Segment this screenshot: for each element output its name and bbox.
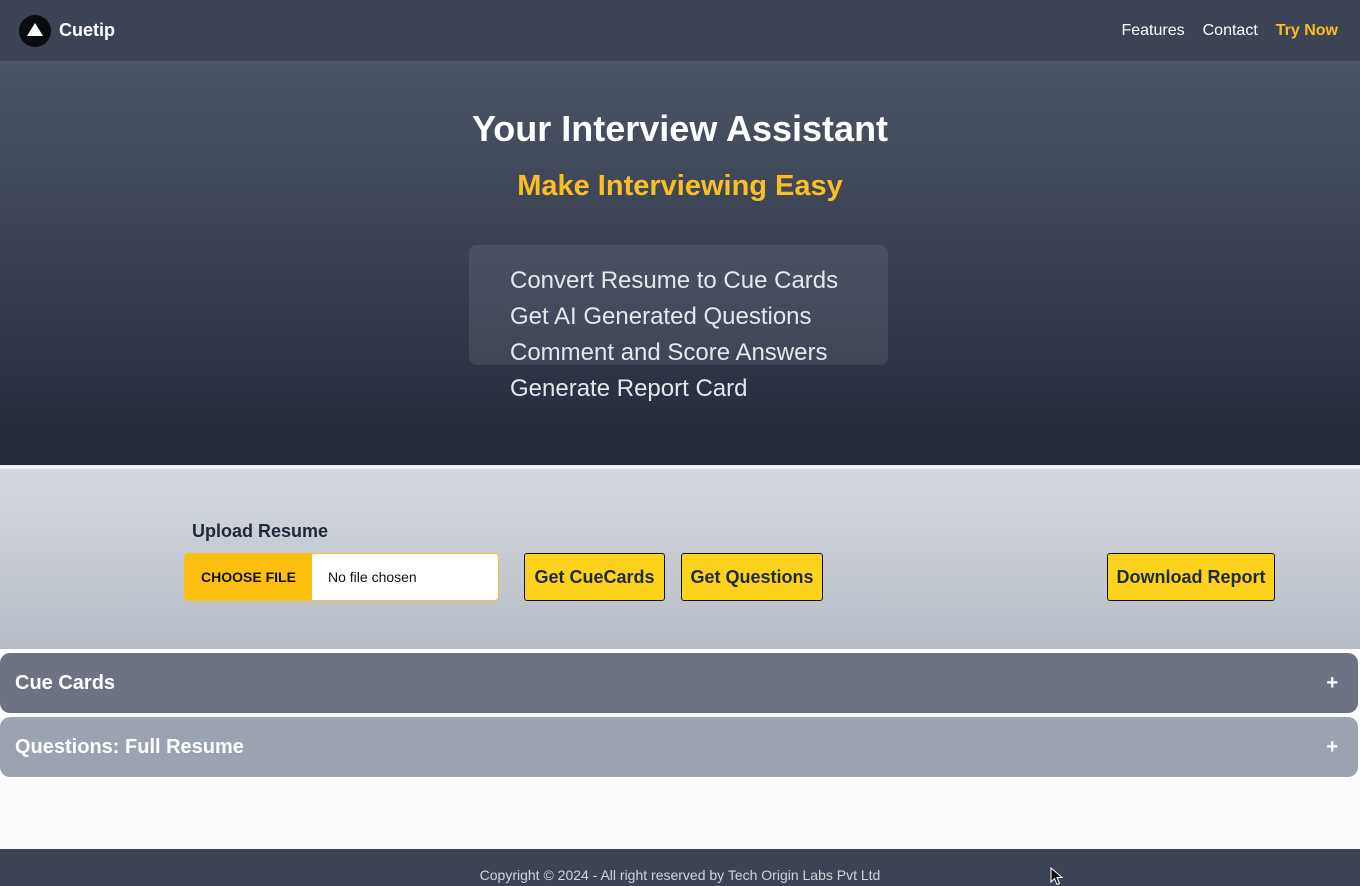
plus-icon[interactable]: + bbox=[1326, 736, 1338, 759]
feature-list: Convert Resume to Cue Cards Get AI Gener… bbox=[510, 263, 838, 407]
nav-link-features[interactable]: Features bbox=[1121, 22, 1184, 40]
hero-subtitle: Make Interviewing Easy bbox=[517, 170, 843, 202]
file-status-text: No file chosen bbox=[328, 569, 417, 585]
hero-section: Your Interview Assistant Make Interviewi… bbox=[0, 61, 1360, 465]
navbar: Cuetip Features Contact Try Now bbox=[0, 0, 1360, 61]
nav-link-contact[interactable]: Contact bbox=[1203, 22, 1258, 40]
hero-title: Your Interview Assistant bbox=[471, 108, 889, 149]
resume-file-input[interactable]: CHOOSE FILE No file chosen bbox=[184, 553, 499, 601]
copyright-text: Copyright © 2024 - All right reserved by… bbox=[479, 866, 881, 883]
footer: Copyright © 2024 - All right reserved by… bbox=[0, 849, 1360, 886]
get-cuecards-button[interactable]: Get CueCards bbox=[524, 553, 665, 601]
logo-icon bbox=[19, 14, 51, 47]
feature-item: Comment and Score Answers bbox=[510, 339, 828, 366]
mouse-cursor-icon bbox=[1050, 867, 1064, 886]
accordion-title: Cue Cards bbox=[15, 671, 116, 694]
brand[interactable]: Cuetip bbox=[19, 14, 115, 47]
choose-file-button[interactable]: CHOOSE FILE bbox=[185, 554, 312, 600]
nav-links: Features Contact Try Now bbox=[1121, 22, 1338, 40]
upload-resume-label: Upload Resume bbox=[192, 521, 329, 541]
accordion-cue-cards[interactable]: Cue Cards + bbox=[0, 653, 1358, 713]
try-now-link[interactable]: Try Now bbox=[1276, 22, 1338, 40]
feature-item: Get AI Generated Questions bbox=[510, 303, 812, 330]
plus-icon[interactable]: + bbox=[1326, 672, 1338, 695]
get-questions-button[interactable]: Get Questions bbox=[681, 553, 823, 601]
upload-section: Upload Resume CHOOSE FILE No file chosen… bbox=[0, 469, 1360, 649]
download-report-button[interactable]: Download Report bbox=[1107, 553, 1275, 601]
accordion-title: Questions: Full Resume bbox=[15, 735, 244, 758]
feature-item: Convert Resume to Cue Cards bbox=[510, 267, 839, 294]
accordion-questions[interactable]: Questions: Full Resume + bbox=[0, 717, 1358, 777]
feature-item: Generate Report Card bbox=[510, 375, 748, 402]
brand-name: Cuetip bbox=[59, 20, 115, 40]
